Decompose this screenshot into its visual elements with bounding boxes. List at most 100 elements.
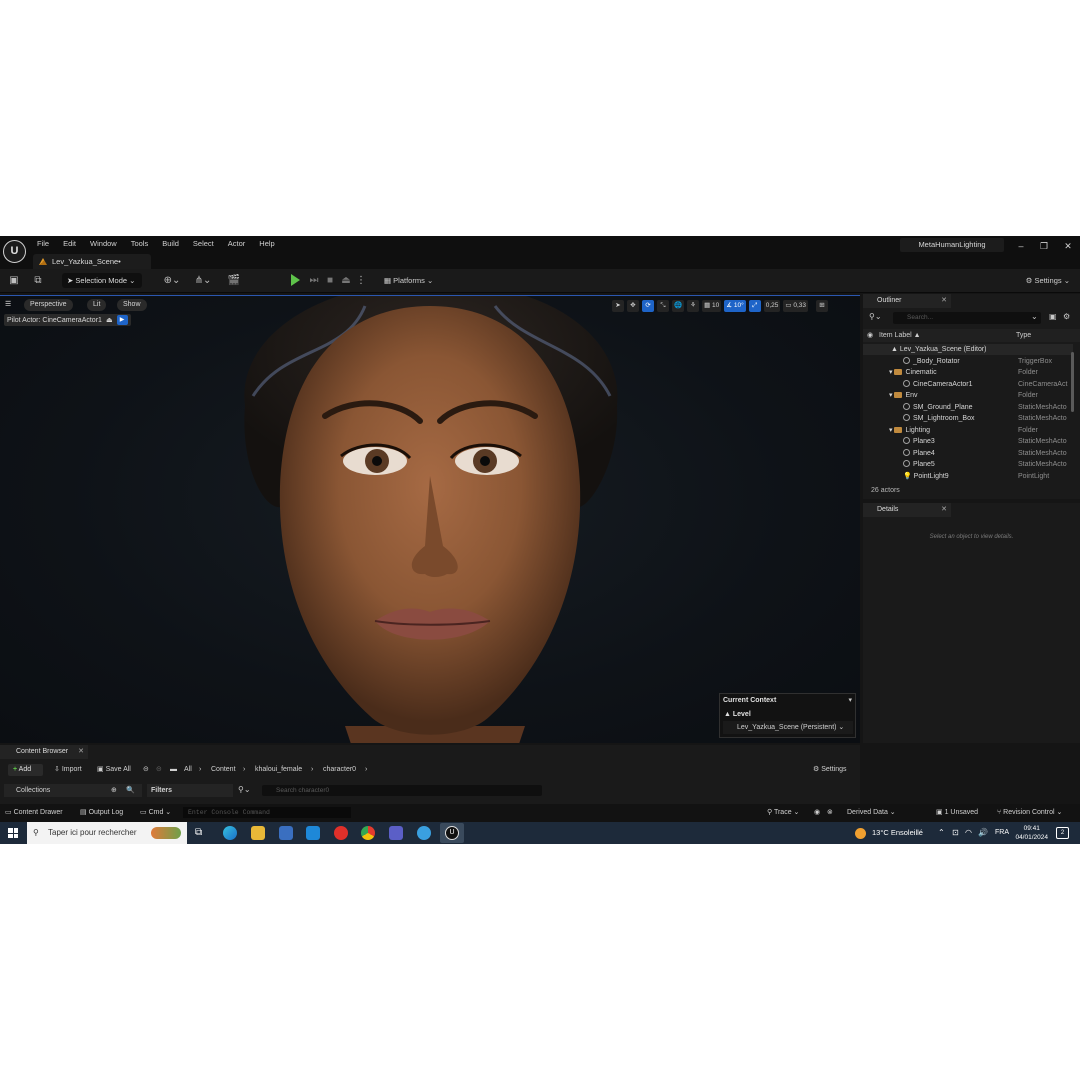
file-explorer-icon[interactable] xyxy=(251,826,265,840)
weather-text[interactable]: 13°C Ensoleillé xyxy=(872,827,923,839)
output-log-button[interactable]: ▤ Output Log xyxy=(80,807,123,819)
scale-tool-icon[interactable]: ⤡ xyxy=(657,299,669,312)
breadcrumb-content[interactable]: Content xyxy=(211,764,236,776)
more-options-icon[interactable]: ⋮ xyxy=(356,274,366,288)
restore-button[interactable]: ❐ xyxy=(1036,239,1052,253)
move-tool-icon[interactable]: ✥ xyxy=(627,299,639,312)
select-tool-icon[interactable]: ➤ xyxy=(612,299,624,312)
close-window-button[interactable]: ✕ xyxy=(1060,239,1076,253)
add-button[interactable]: + Add xyxy=(8,764,43,776)
teams-icon[interactable] xyxy=(389,826,403,840)
filter-icon[interactable]: ⚲⌄ xyxy=(238,785,251,794)
menu-edit[interactable]: Edit xyxy=(56,238,83,250)
tree-row[interactable]: Plane4 StaticMeshActo xyxy=(863,448,1073,459)
save-icon[interactable]: ▣ xyxy=(8,274,20,288)
scale-snap-value[interactable]: 0,25 xyxy=(763,299,781,312)
tree-row[interactable]: Plane3 StaticMeshActo xyxy=(863,436,1073,447)
console-command-input[interactable]: Enter Console Command xyxy=(183,807,351,818)
filters-section[interactable]: Filters xyxy=(147,784,233,797)
tree-row[interactable]: ▾ Lighting Folder xyxy=(863,425,1073,436)
unreal-taskbar-icon[interactable]: U xyxy=(440,823,464,843)
tree-row[interactable]: SM_Lightroom_Box StaticMeshActo xyxy=(863,413,1073,424)
menu-select[interactable]: Select xyxy=(186,238,221,250)
step-icon[interactable]: ⏭ xyxy=(308,274,320,288)
unreal-logo-icon[interactable]: U xyxy=(3,240,26,263)
camera-icon[interactable]: ▶ xyxy=(116,315,128,325)
breadcrumb-character0[interactable]: character0 xyxy=(323,764,356,776)
notifications-icon[interactable]: 2 xyxy=(1056,827,1069,839)
microsoft-store-icon[interactable] xyxy=(279,826,293,840)
clock[interactable]: 09:41 04/01/2024 xyxy=(1015,824,1048,842)
tree-row[interactable]: ▾ Cinematic Folder xyxy=(863,367,1073,378)
opera-icon[interactable] xyxy=(334,826,348,840)
unsaved-button[interactable]: ▣ 1 Unsaved xyxy=(936,807,978,819)
windows-start-icon[interactable] xyxy=(8,828,18,838)
menu-help[interactable]: Help xyxy=(252,238,281,250)
camera-speed-button[interactable]: ▭ 0,33 xyxy=(783,299,809,312)
tree-row[interactable]: CineCameraActor1 CineCameraAct xyxy=(863,379,1073,390)
content-drawer-button[interactable]: ▭ Content Drawer xyxy=(5,807,63,819)
level-viewport[interactable]: ☰ Perspective Lit Show Pilot Actor: Cine… xyxy=(0,295,860,743)
wifi-icon[interactable]: ◠ xyxy=(965,827,972,839)
platforms-dropdown[interactable]: ▦ Platforms ⌄ xyxy=(384,273,433,288)
tree-row[interactable]: SM_Ground_Plane StaticMeshActo xyxy=(863,402,1073,413)
close-tab-icon[interactable]: ✕ xyxy=(941,294,947,308)
outliner-search-input[interactable]: Search... xyxy=(893,312,1041,324)
search-icon[interactable]: 🔍 xyxy=(126,784,135,797)
content-browse-icon[interactable]: ⧉ xyxy=(31,274,45,288)
history-forward-icon[interactable]: ⊝ xyxy=(156,764,162,776)
world-space-icon[interactable]: 🌐 xyxy=(672,299,685,312)
surface-snap-icon[interactable]: ⚘ xyxy=(687,299,700,312)
add-folder-icon[interactable]: ▣ xyxy=(1049,312,1057,321)
volume-icon[interactable]: 🔊 xyxy=(978,827,988,839)
visibility-icon[interactable]: ◉ xyxy=(867,329,873,342)
grid-snap-toggle[interactable]: ▦ 10 xyxy=(702,299,722,312)
settings-dropdown[interactable]: ⚙ Settings ⌄ xyxy=(1026,273,1070,288)
rotation-snap-toggle[interactable]: ∡ 10° xyxy=(724,299,746,312)
blueprint-icon[interactable]: ⋔⌄ xyxy=(191,274,215,288)
trace-dropdown[interactable]: ⚲ Trace ⌄ xyxy=(767,807,799,819)
language-indicator[interactable]: FRA xyxy=(995,827,1009,839)
details-tab[interactable]: Details ✕ xyxy=(863,503,951,517)
tree-row-level[interactable]: ▲ Lev_Yazkua_Scene (Editor) xyxy=(863,344,1073,356)
level-document-tab[interactable]: Lev_Yazkua_Scene• xyxy=(33,254,151,269)
app-icon[interactable] xyxy=(417,826,431,840)
breadcrumb-all[interactable]: All xyxy=(184,764,192,776)
play-button[interactable] xyxy=(291,274,300,286)
collections-section[interactable]: Collections ⊕ 🔍 xyxy=(4,784,142,797)
network-icon[interactable]: ⊡ xyxy=(952,827,959,839)
gear-icon[interactable]: ⚙ xyxy=(1063,312,1070,321)
scale-snap-toggle[interactable]: ⤢ xyxy=(748,299,761,312)
lit-button[interactable]: Lit xyxy=(87,299,107,311)
close-tab-icon[interactable]: ✕ xyxy=(78,745,84,759)
tree-row[interactable]: ▾ Env Folder xyxy=(863,390,1073,401)
derived-data-button[interactable]: Derived Data ⌄ xyxy=(847,807,896,819)
menu-window[interactable]: Window xyxy=(83,238,124,250)
eject-icon[interactable]: ⏏ xyxy=(340,274,352,288)
task-view-icon[interactable]: ⧉ xyxy=(195,826,209,840)
viewport-layout-icon[interactable]: ⊞ xyxy=(816,299,829,312)
menu-actor[interactable]: Actor xyxy=(221,238,253,250)
chevron-down-icon[interactable]: ⌄ xyxy=(1031,312,1038,321)
tray-chevron-icon[interactable]: ⌃ xyxy=(938,827,945,839)
tree-row[interactable]: 💡 PointLight9 PointLight xyxy=(863,471,1073,482)
cinematics-icon[interactable]: 🎬 xyxy=(222,274,246,288)
outliner-tab[interactable]: Outliner ✕ xyxy=(863,294,951,308)
chrome-icon[interactable] xyxy=(361,826,375,840)
content-settings-button[interactable]: ⚙ Settings xyxy=(813,764,847,776)
outliner-scrollbar[interactable] xyxy=(1071,352,1074,412)
cmd-dropdown[interactable]: ▭ Cmd ⌄ xyxy=(140,807,171,819)
edge-icon[interactable] xyxy=(223,826,237,840)
windows-search-box[interactable]: ⚲ Taper ici pour rechercher xyxy=(27,822,187,844)
close-tab-icon[interactable]: ✕ xyxy=(941,503,947,517)
type-column[interactable]: Type xyxy=(1016,329,1031,342)
tree-row[interactable]: Plane5 StaticMeshActo xyxy=(863,459,1073,470)
import-button[interactable]: ⇩ Import xyxy=(54,764,82,776)
context-level-dropdown[interactable]: Lev_Yazkua_Scene (Persistent) ⌄ xyxy=(723,721,853,734)
add-collection-icon[interactable]: ⊕ xyxy=(111,784,117,797)
tree-row[interactable]: _Body_Rotator TriggerBox xyxy=(863,356,1073,367)
minimize-button[interactable]: – xyxy=(1013,239,1029,253)
show-button[interactable]: Show xyxy=(117,299,147,311)
perspective-button[interactable]: Perspective xyxy=(24,299,73,311)
context-collapse-icon[interactable]: ▾ xyxy=(848,696,852,704)
